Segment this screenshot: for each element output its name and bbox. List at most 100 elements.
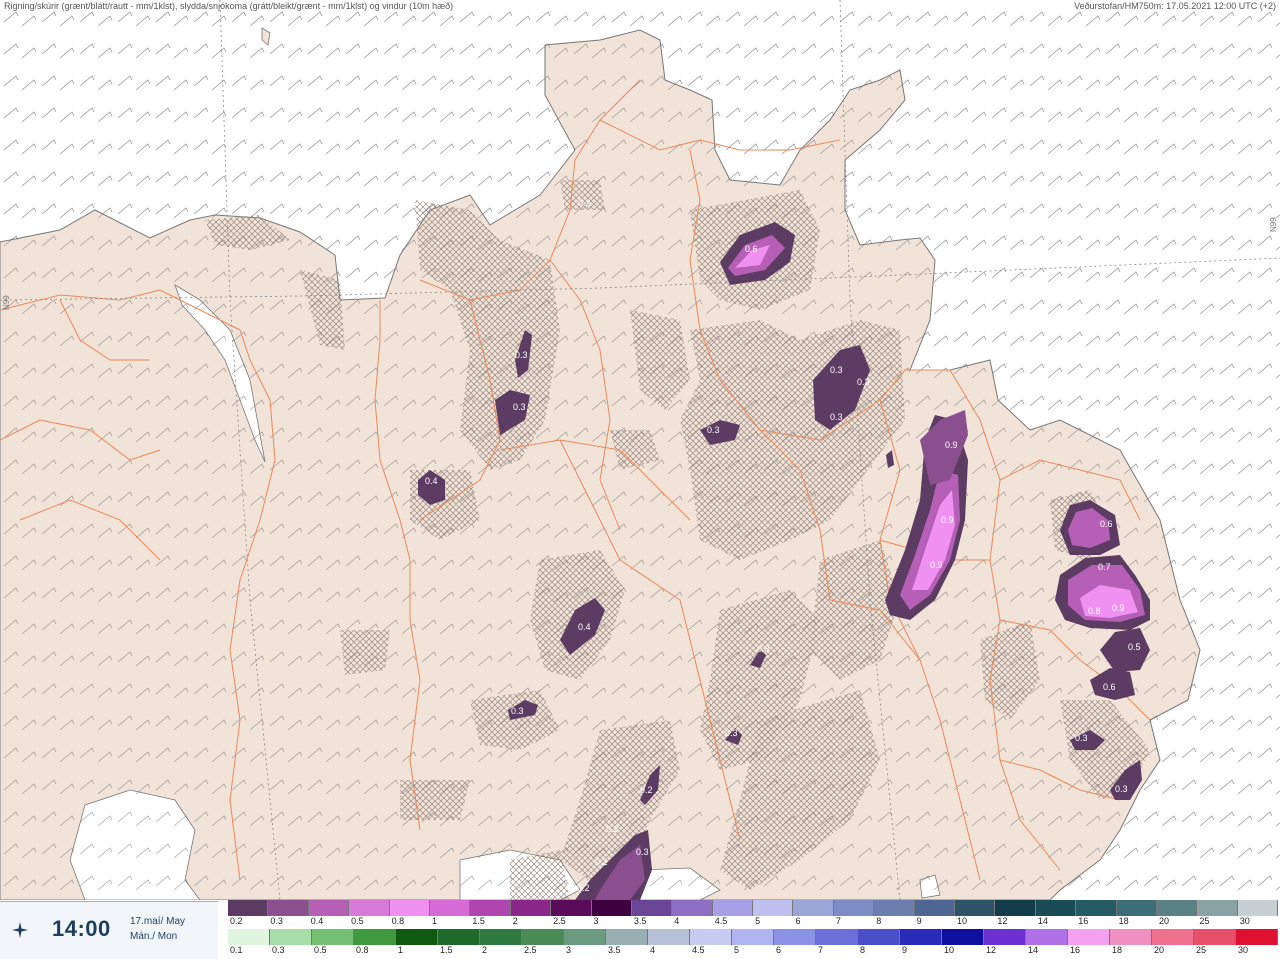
precip-label: 0.9 [945, 440, 958, 450]
snow-legend-swatch [995, 900, 1036, 916]
rain-legend-label: 10 [944, 945, 955, 955]
snow-legend-label: 25 [1199, 916, 1210, 926]
rain-legend-label: 16 [1070, 945, 1081, 955]
time-panel[interactable]: 14:00 17.maí/ May Mán./ Mon [0, 901, 218, 959]
rain-legend-swatch [816, 929, 858, 945]
snow-legend-label: 3.5 [633, 916, 647, 926]
rain-legend-swatch [690, 929, 732, 945]
precip-label: 0.6 [745, 244, 758, 254]
forecast-time: 14:00 [52, 916, 111, 941]
snow-legend-label: 0.2 [230, 916, 243, 926]
snow-legend-label: 4.5 [714, 916, 728, 926]
rain-legend-swatch [564, 929, 606, 945]
rain-legend-label: 3 [566, 945, 572, 955]
snow-legend-swatch [672, 900, 713, 916]
rain-legend-swatch [228, 929, 270, 945]
snow-legend-swatch [268, 900, 309, 916]
snow-legend-label: 8 [876, 916, 882, 926]
snow-legend-label: 0.4 [310, 916, 324, 926]
rain-legend-label: 20 [1154, 945, 1165, 955]
snow-legend-label: 2.5 [553, 916, 566, 926]
rain-legend-swatch [942, 929, 984, 945]
precip-label: 0.3 [857, 377, 870, 387]
snow-legend-swatch [349, 900, 390, 916]
snow-legend-labels: 0.2 0.3 0.4 0.5 0.8 1 1.5 2 2.5 3 3.5 4 4.5 5 6 7 8 9 10 12… [228, 916, 1278, 928]
precip-label: 0.2 [577, 883, 590, 893]
precip-label: 0.4 [578, 622, 591, 632]
precip-label: 0.3 [513, 402, 526, 412]
rain-legend-swatch [270, 929, 312, 945]
snow-legend-label: 18 [1118, 916, 1129, 926]
latitude-label-right: N99 [1269, 217, 1278, 232]
rain-legend-swatch [354, 929, 396, 945]
snow-legend-label: 0.5 [351, 916, 364, 926]
precip-label: 0.2 [595, 857, 608, 867]
precip-label: 0.3 [1115, 784, 1128, 794]
rain-legend-label: 30 [1238, 945, 1249, 955]
rain-legend-label: 6 [776, 945, 782, 955]
rain-legend-swatch [900, 929, 942, 945]
precip-label: 0.5 [1128, 642, 1141, 652]
snow-legend-swatch [429, 900, 471, 916]
rain-legend-label: 1.5 [440, 945, 453, 955]
precip-label: 0.2 [640, 785, 653, 795]
precip-label: 0.2 [606, 824, 619, 834]
rain-legend-swatch [774, 929, 816, 945]
rain-legend-swatch [1152, 929, 1194, 945]
precip-label: 0.9 [930, 560, 943, 570]
rain-legend-label: 0.3 [272, 945, 285, 955]
snow-legend-swatch [1035, 900, 1077, 916]
snow-legend-label: 14 [1037, 916, 1048, 926]
latitude-label-left: N99 [2, 295, 11, 310]
rain-legend-swatch [522, 929, 564, 945]
rain-legend-label: 18 [1112, 945, 1123, 955]
snow-legend-swatch [228, 900, 269, 916]
rain-legend-swatch [984, 929, 1026, 945]
snow-legend-swatch [1156, 900, 1198, 916]
rain-legend-swatch [858, 929, 900, 945]
rain-legend-swatch [1110, 929, 1152, 945]
snow-legend-swatch [591, 900, 632, 916]
rain-legend-label: 8 [860, 945, 866, 955]
precip-label: 0.3 [830, 412, 843, 422]
snow-legend-label: 2 [512, 916, 518, 926]
rain-legend-label: 4.5 [692, 945, 705, 955]
rain-legend-label: 2 [482, 945, 488, 955]
snow-legend-label: 6 [795, 916, 801, 926]
snow-legend-swatch [510, 900, 552, 916]
precip-label: 0.9 [1112, 603, 1125, 613]
snow-legend-label: 0.8 [391, 916, 405, 926]
map-title: Rigning/skúrir (grænt/blátt/rautt - mm/1… [4, 1, 454, 11]
snow-legend-label: 4 [674, 916, 680, 926]
precip-label: 0.6 [1103, 682, 1116, 692]
rain-legend-label: 0.5 [314, 945, 327, 955]
snow-legend-label: 1.5 [472, 916, 485, 926]
snow-legend-swatch [955, 900, 996, 916]
forecast-weekday: Mán./ Mon [130, 931, 178, 942]
snow-legend-label: 30 [1239, 916, 1250, 926]
rain-legend-label: 5 [734, 945, 740, 955]
rain-legend-swatch [480, 929, 522, 945]
precip-label: 0.3 [636, 847, 649, 857]
snow-legend-swatch [470, 900, 511, 916]
snow-legend-swatch [551, 900, 592, 916]
snow-legend-swatch [833, 900, 875, 916]
rain-legend-label: 1 [398, 945, 404, 955]
precip-label: 0.3 [1075, 733, 1088, 743]
rain-legend-colorbar [228, 929, 1278, 945]
snow-legend-label: 16 [1078, 916, 1089, 926]
rain-legend-label: 14 [1028, 945, 1039, 955]
snow-legend-swatch [753, 900, 794, 916]
snow-legend-label: 9 [916, 916, 922, 926]
precip-label: 0.3 [757, 644, 770, 654]
snow-legend-label: 5 [755, 916, 761, 926]
rain-legend-swatch [1236, 929, 1278, 945]
rain-legend-swatch [1068, 929, 1110, 945]
rain-legend-label: 2.5 [524, 945, 537, 955]
snow-legend-swatch [914, 900, 956, 916]
rain-legend-label: 25 [1196, 945, 1207, 955]
weather-map: 0.2 0.6 0.3 0.3 0.3 0.3 0.3 0.3 0.4 0.9 … [0, 0, 1280, 901]
rain-legend-label: 4 [650, 945, 656, 955]
snow-legend-swatch [1116, 900, 1157, 916]
snow-legend-swatch [1076, 900, 1117, 916]
